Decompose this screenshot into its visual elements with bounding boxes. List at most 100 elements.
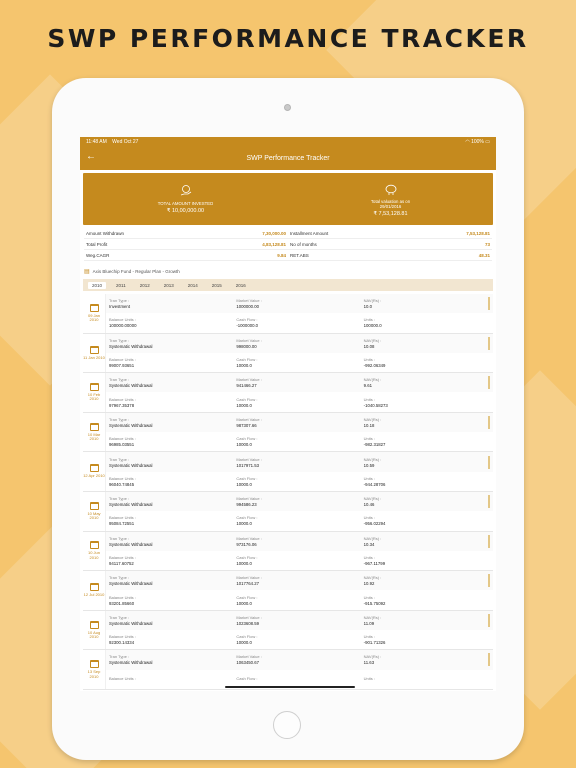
units-col: Units :100000.0 xyxy=(361,317,488,328)
nav-label: NAV(Rs) : xyxy=(363,377,382,383)
units-label: Units : xyxy=(363,555,375,560)
units-value: -967.11799 xyxy=(363,561,386,566)
stat-label: RET.ABS xyxy=(290,252,309,258)
stat-row: Weg.CAGR 9.84 RET.ABS 48.31 xyxy=(84,250,492,261)
money-hand-icon xyxy=(180,185,191,196)
transaction-row[interactable]: 10 Mar 2010 Tran Type : Systematic Withdra… xyxy=(83,412,493,453)
calendar-icon xyxy=(89,422,99,431)
market-value-col: Market Value :998000.00 xyxy=(233,338,360,349)
home-button[interactable] xyxy=(273,711,301,739)
tab-year[interactable]: 2016 xyxy=(232,282,250,289)
nav-col: NAV(Rs) :10.08 xyxy=(361,338,488,349)
market-value-col: Market Value :1023608.59 xyxy=(233,615,360,626)
stats-table: Amount Withdrawn 7,30,000.00 Installment … xyxy=(84,228,492,261)
row-accent xyxy=(487,653,490,667)
market-value: 1023608.59 xyxy=(236,620,260,626)
balance-units-label: Balance Units : xyxy=(109,436,136,442)
cash-flow-label: Cash Flow : xyxy=(236,436,258,442)
units-label: Units : xyxy=(363,634,375,640)
balance-units-col: Balance Units :97967.35378 xyxy=(106,397,233,408)
promo-title: SWP PERFORMANCE TRACKER xyxy=(47,24,529,53)
balance-units-value: 92300.14334 xyxy=(109,640,135,646)
balance-units-label: Balance Units : xyxy=(109,594,136,600)
tran-type-value: Investment xyxy=(109,304,131,310)
transaction-details: Tran Type : Systematic Withdrawal Market V… xyxy=(105,452,493,491)
balance-units-label: Balance Units : xyxy=(109,475,136,481)
balance-units-col: Balance Units :95084.72551 xyxy=(106,515,233,526)
tran-type-label: Tran Type : xyxy=(109,377,130,383)
units-value: -1040.58273 xyxy=(363,402,388,408)
units-col: Units : -956.02294 xyxy=(361,515,488,526)
valuation-summary: Total valuation as on 29/01/2016 ₹ 7,53,… xyxy=(288,173,493,225)
nav-col: NAV(Rs) :10.18 xyxy=(361,417,488,428)
transaction-date: 13 Sep 2010 xyxy=(87,669,101,679)
transaction-row[interactable]: 10 May 2010 Tran Type : Systematic Withdra… xyxy=(83,491,493,532)
market-value-label: Market Value : xyxy=(236,377,262,383)
transaction-details: Tran Type : Systematic Withdrawal Market V… xyxy=(105,373,493,412)
tran-type-value: Systematic Withdrawal xyxy=(109,541,153,547)
transaction-row[interactable]: 10 Aug 2010 Tran Type : Systematic Withdra… xyxy=(83,610,493,651)
balance-units-label: Balance Units : xyxy=(109,676,136,682)
transaction-details: Tran Type : Systematic Withdrawal Market V… xyxy=(105,610,493,650)
tran-type-col: Tran Type : Investment xyxy=(106,298,233,309)
stat-value: 73 xyxy=(484,241,490,247)
transaction-date-cell: 10 Mar 2010 xyxy=(83,413,105,452)
tran-type-label: Tran Type : xyxy=(109,416,130,422)
summary-card: TOTAL AMOUNT INVESTED ₹ 10,00,000.00 Tot… xyxy=(83,173,493,225)
tab-year[interactable]: 2015 xyxy=(208,282,226,289)
tran-type-value: Systematic Withdrawal xyxy=(109,383,153,389)
transaction-row[interactable]: 13 Sep 2010 Tran Type : Systematic Withdra… xyxy=(83,650,493,690)
balance-units-value: 95084.72551 xyxy=(109,521,135,527)
market-value-col: Market Value :1000000.00 xyxy=(233,298,360,309)
transaction-date: 10 Jun 2010 xyxy=(87,550,100,560)
year-tabs: 2010 2011 2012 2013 2014 2015 2016 xyxy=(83,279,493,291)
invested-label: TOTAL AMOUNT INVESTED xyxy=(157,201,214,206)
transaction-date-cell: 10 Aug 2010 xyxy=(83,611,105,650)
market-value: 1000000.00 xyxy=(236,304,260,310)
units-value: -901.71326 xyxy=(363,640,386,646)
transaction-row[interactable]: 11 Jan 2010 Tran Type : Systematic Withdra… xyxy=(83,333,493,374)
tab-year[interactable]: 2012 xyxy=(136,282,154,289)
transaction-date-cell: 12 Jul 2010 xyxy=(83,571,105,610)
nav-label: NAV(Rs) : xyxy=(363,337,382,343)
transaction-details: Tran Type : Systematic Withdrawal Market V… xyxy=(105,650,493,689)
tab-year[interactable]: 2010 xyxy=(88,281,107,289)
transaction-line: Tran Type : Investment Market Value :10000… xyxy=(106,294,493,314)
tran-type-label: Tran Type : xyxy=(109,456,130,462)
nav-label: NAV(Rs) : xyxy=(363,416,382,422)
transaction-row[interactable]: 10 Feb 2010 Tran Type : Systematic Withdra… xyxy=(83,373,493,413)
cash-flow-label: Cash Flow : xyxy=(236,594,258,600)
transaction-date-cell: 10 Feb 2010 xyxy=(83,373,105,412)
cash-flow-col: Cash Flow :10000.0 xyxy=(233,436,360,447)
valuation-value: ₹ 7,53,128.81 xyxy=(373,210,408,217)
transaction-row[interactable]: 09 Jan 2010 Tran Type : Investment Market V… xyxy=(83,294,493,334)
calendar-icon xyxy=(89,345,99,354)
status-date: Wed Oct 27 xyxy=(112,138,139,145)
home-indicator xyxy=(225,686,355,688)
transaction-list: 09 Jan 2010 Tran Type : Investment Market V… xyxy=(83,294,493,690)
tab-year[interactable]: 2014 xyxy=(184,282,202,289)
market-value: 1017971.53 xyxy=(236,462,260,468)
transaction-date-cell: 13 Sep 2010 xyxy=(83,650,105,689)
row-accent xyxy=(487,376,490,390)
tab-year[interactable]: 2011 xyxy=(112,282,130,289)
transaction-line: Balance Units :99007.93651 Cash Flow :100… xyxy=(106,353,493,372)
transaction-line: Balance Units :97967.35378 Cash Flow :100… xyxy=(106,392,493,411)
market-value-label: Market Value : xyxy=(236,416,262,422)
market-value-label: Market Value : xyxy=(236,337,262,343)
transaction-details: Tran Type : Investment Market Value :10000… xyxy=(105,294,493,333)
transaction-line: Balance Units :96985.03551 Cash Flow :100… xyxy=(106,432,493,451)
nav-col: NAV(Rs) :9.61 xyxy=(361,377,488,388)
back-arrow-icon[interactable]: ← xyxy=(86,151,96,162)
transaction-row[interactable]: 12 Jul 2010 Tran Type : Systematic Withdra… xyxy=(83,571,493,611)
transaction-date: 11 Jan 2010 xyxy=(83,354,105,360)
tab-year[interactable]: 2013 xyxy=(160,282,178,289)
cash-flow-value: 10000.0 xyxy=(236,640,252,646)
nav-col: NAV(Rs) :11.63 xyxy=(361,654,488,665)
market-value: 1063450.67 xyxy=(236,660,260,666)
transaction-row[interactable]: 10 Jun 2010 Tran Type : Systematic Withdra… xyxy=(83,531,493,572)
nav-label: NAV(Rs) : xyxy=(363,535,382,541)
nav-value: 10.92 xyxy=(363,581,375,587)
transaction-row[interactable]: 12 Apr 2010 Tran Type : Systematic Withdra… xyxy=(83,452,493,492)
market-value-label: Market Value : xyxy=(236,654,262,660)
